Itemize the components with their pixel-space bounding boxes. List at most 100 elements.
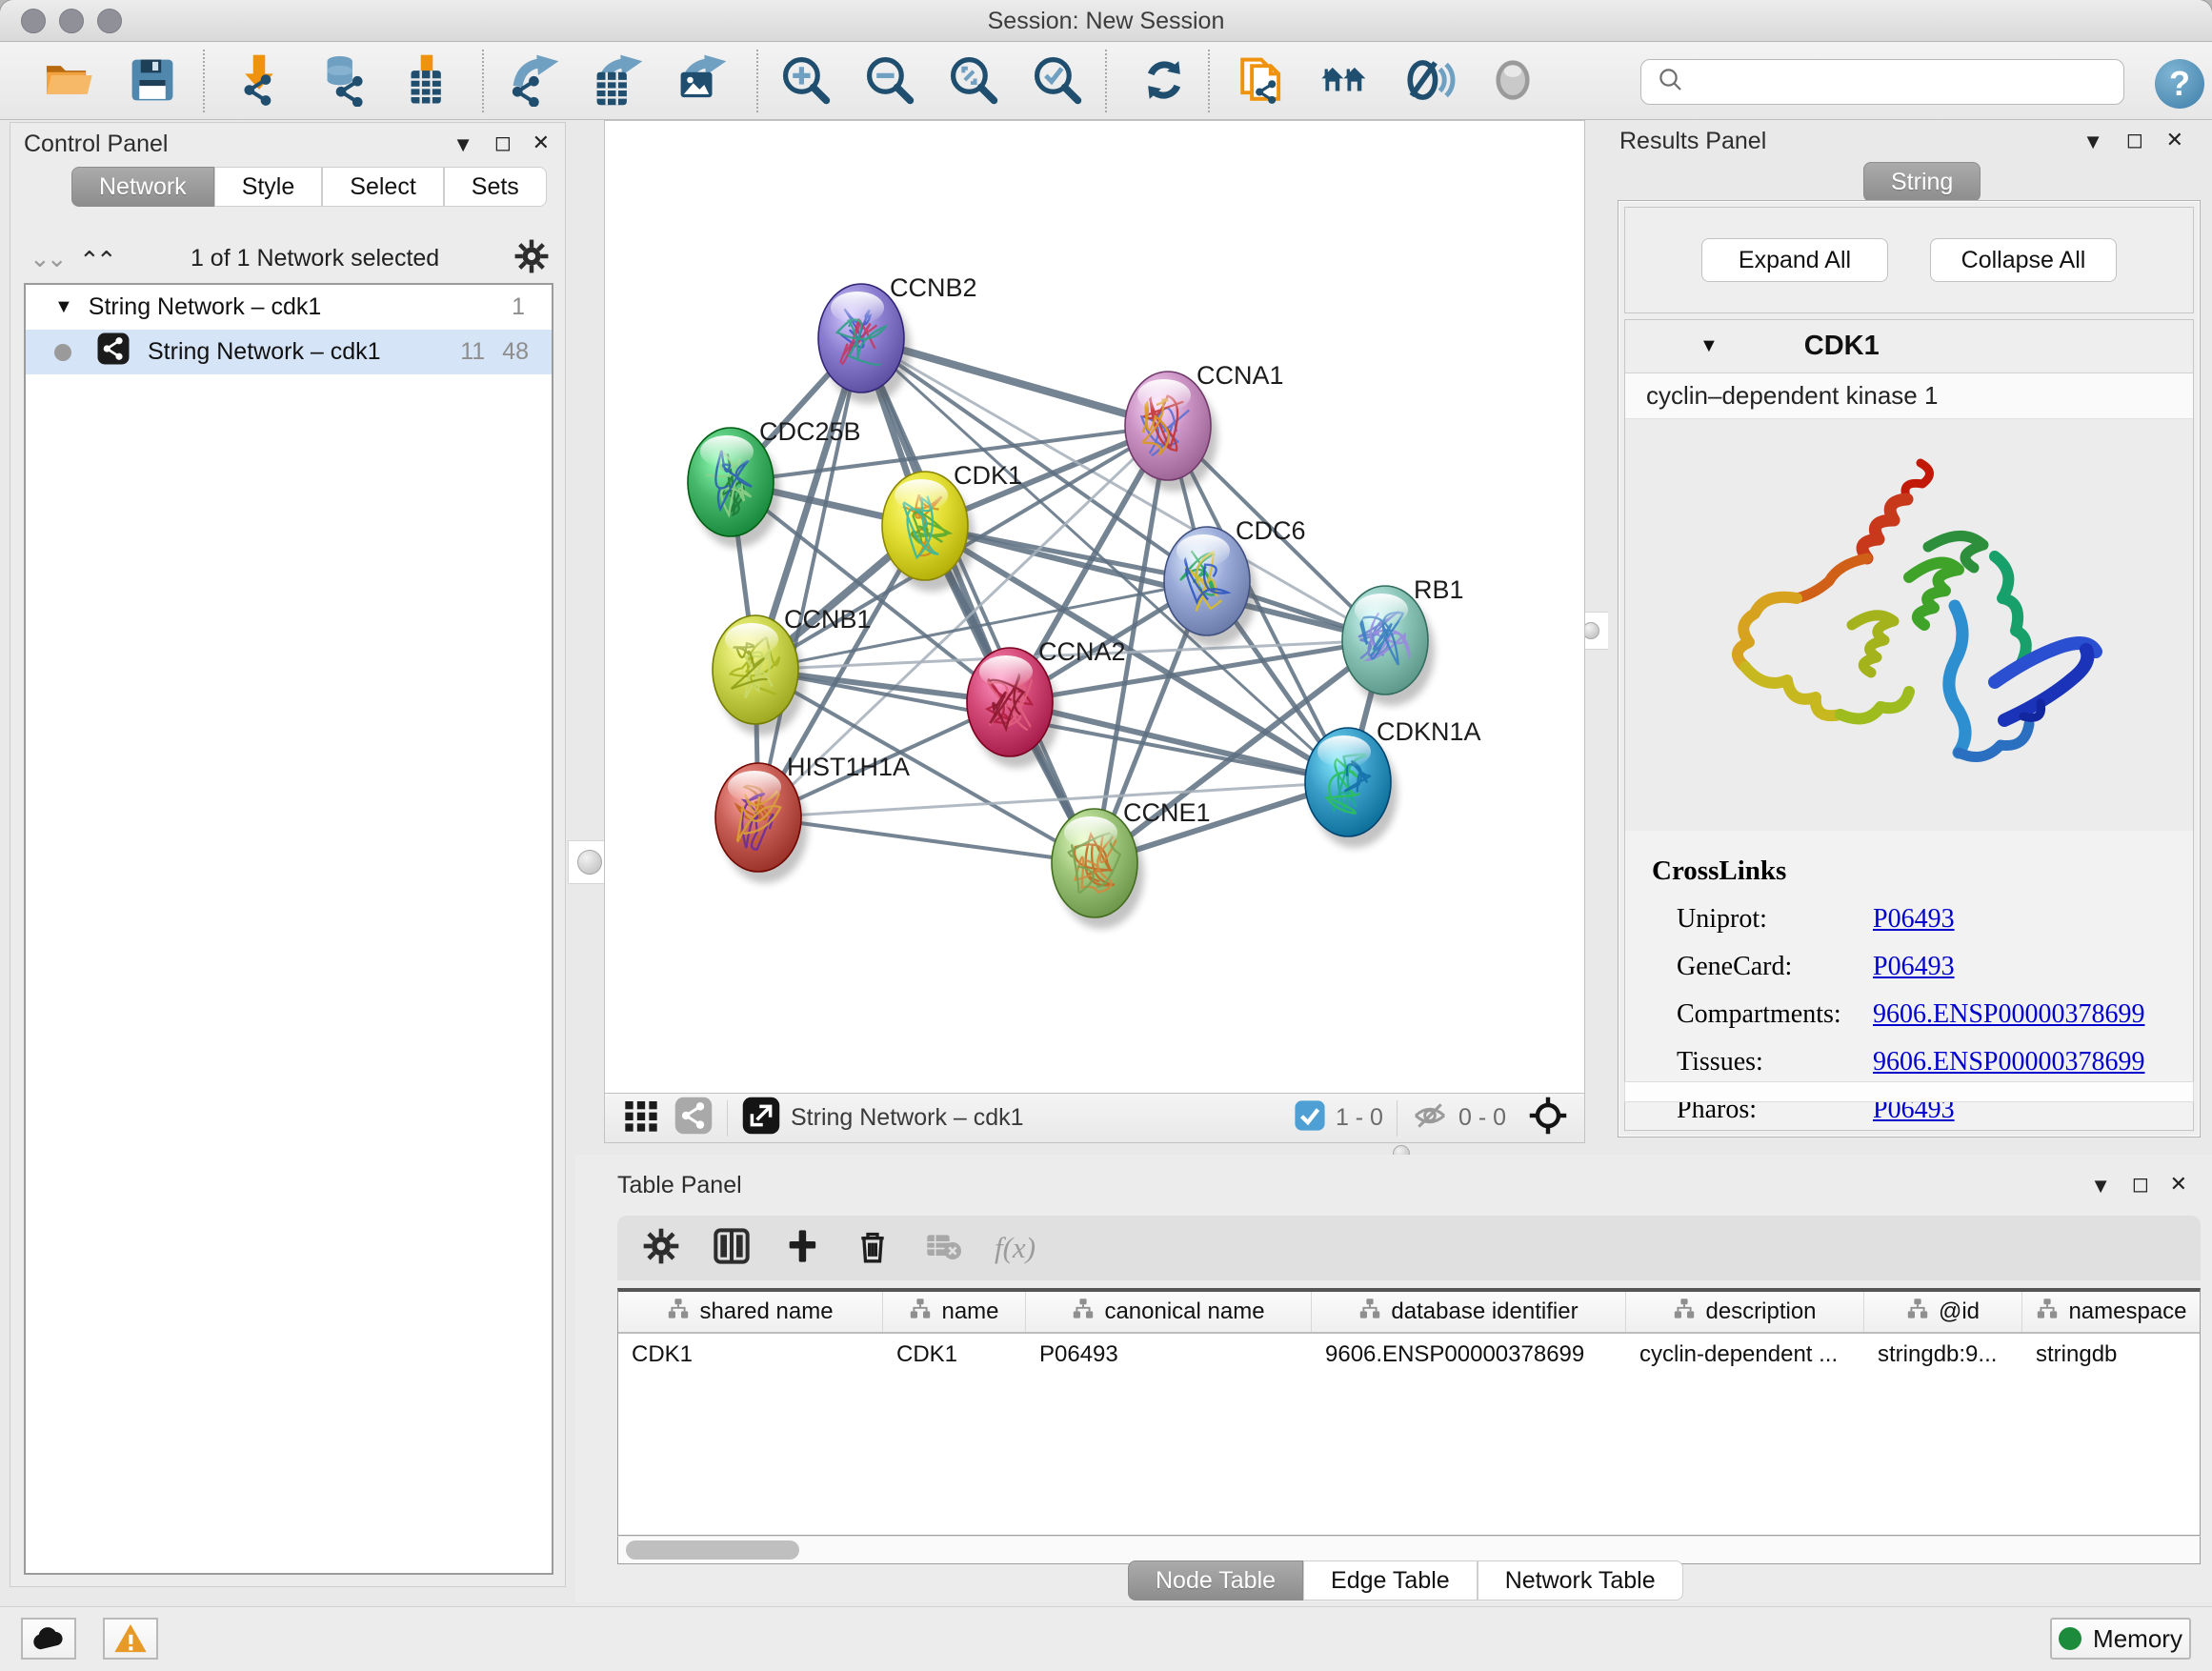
selected-checkbox-icon[interactable] bbox=[1294, 1099, 1326, 1137]
network-edge[interactable] bbox=[758, 338, 861, 817]
open-file-button[interactable] bbox=[38, 51, 99, 112]
save-session-button[interactable] bbox=[122, 51, 183, 112]
import-table-icon bbox=[400, 53, 453, 111]
network-edge[interactable] bbox=[861, 338, 1095, 863]
table-cell[interactable]: 9606.ENSP00000378699 bbox=[1312, 1334, 1626, 1376]
hide-panel-button[interactable] bbox=[1398, 51, 1459, 112]
table-tabs: Node TableEdge TableNetwork Table bbox=[1128, 1560, 1683, 1601]
network-label: String Network – cdk1 bbox=[148, 338, 443, 366]
control-panel-float-icon[interactable]: ◻ bbox=[494, 131, 512, 155]
gene-name: CDK1 bbox=[1804, 331, 1880, 362]
network-options-gear-icon[interactable] bbox=[513, 238, 550, 279]
search-input[interactable] bbox=[1695, 63, 2123, 101]
table-panel-float-icon[interactable]: ◻ bbox=[2132, 1172, 2149, 1197]
add-column-icon[interactable] bbox=[783, 1227, 821, 1270]
cloud-button[interactable] bbox=[21, 1618, 76, 1660]
column-header--id[interactable]: @id bbox=[1864, 1292, 2022, 1332]
refresh-layout-button[interactable] bbox=[1134, 51, 1195, 112]
control-panel-close-icon[interactable]: ✕ bbox=[533, 131, 550, 155]
export-image-button[interactable] bbox=[671, 51, 732, 112]
table-cell[interactable]: stringdb:9... bbox=[1864, 1334, 2022, 1376]
network-edge[interactable] bbox=[1010, 702, 1348, 782]
network-share-icon[interactable] bbox=[674, 1096, 714, 1140]
export-network-button[interactable] bbox=[503, 51, 564, 112]
clone-network-button[interactable] bbox=[1231, 51, 1292, 112]
tree-expand-icon[interactable]: ▼ bbox=[54, 296, 73, 318]
open-in-window-icon[interactable] bbox=[741, 1096, 781, 1140]
import-database-button[interactable] bbox=[312, 51, 373, 112]
tab-edge-table[interactable]: Edge Table bbox=[1303, 1560, 1478, 1601]
table-settings-gear-icon[interactable] bbox=[642, 1227, 680, 1270]
collapse-all-button[interactable]: Collapse All bbox=[1930, 238, 2117, 282]
column-header-canonical-name[interactable]: canonical name bbox=[1026, 1292, 1312, 1332]
results-panel-menu-icon[interactable]: ▼ bbox=[2082, 130, 2103, 154]
column-header-name[interactable]: name bbox=[883, 1292, 1026, 1332]
delete-column-trash-icon[interactable] bbox=[854, 1227, 892, 1270]
scrollbar-thumb[interactable] bbox=[626, 1540, 799, 1560]
node-table[interactable]: shared namenamecanonical namedatabase id… bbox=[617, 1288, 2201, 1536]
import-network-button[interactable] bbox=[229, 51, 290, 112]
crosslink-link[interactable]: P06493 bbox=[1873, 952, 1955, 982]
expand-all-tree-icon[interactable]: ⌄⌄ bbox=[83, 244, 117, 273]
gene-detail-card: ▼ CDK1 cyclin–dependent kinase 1 bbox=[1624, 319, 2194, 1131]
crosslink-link[interactable]: 9606.ENSP00000378699 bbox=[1873, 1047, 2144, 1077]
tab-string[interactable]: String bbox=[1863, 162, 1981, 202]
column-header-description[interactable]: description bbox=[1626, 1292, 1864, 1332]
network-collection-row[interactable]: ▼ String Network – cdk1 1 bbox=[26, 285, 552, 330]
hidden-eye-icon bbox=[1411, 1097, 1449, 1139]
network-view-canvas[interactable]: CCNB2CCNA1CDC25BCDK1CDC6RB1CCNB1CCNA2CDK… bbox=[604, 120, 1585, 1094]
table-panel-close-icon[interactable]: ✕ bbox=[2170, 1172, 2187, 1197]
zoom-out-button[interactable] bbox=[859, 51, 920, 112]
table-cell[interactable]: CDK1 bbox=[883, 1334, 1026, 1376]
string-home-button[interactable] bbox=[1315, 51, 1376, 112]
table-panel-title: Table Panel bbox=[617, 1172, 742, 1198]
toolbar-separator bbox=[203, 50, 205, 112]
table-row[interactable]: CDK1CDK1P064939606.ENSP00000378699cyclin… bbox=[618, 1334, 2200, 1376]
tab-select[interactable]: Select bbox=[322, 167, 443, 207]
zoom-fit-button[interactable] bbox=[943, 51, 1004, 112]
table-cell[interactable]: CDK1 bbox=[618, 1334, 883, 1376]
function-builder-icon: f(x) bbox=[995, 1231, 1036, 1265]
collapse-all-tree-icon[interactable]: ⌄⌄ bbox=[30, 244, 64, 273]
control-panel-menu-icon[interactable]: ▼ bbox=[452, 132, 473, 157]
zoom-selected-button[interactable] bbox=[1027, 51, 1088, 112]
zoom-in-icon bbox=[781, 55, 831, 110]
results-panel: Results Panel ▼ ◻ ✕ String Expand All Co… bbox=[1608, 120, 2206, 1147]
results-panel-close-icon[interactable]: ✕ bbox=[2166, 128, 2183, 152]
export-table-button[interactable] bbox=[587, 51, 648, 112]
column-header-namespace[interactable]: namespace bbox=[2022, 1292, 2201, 1332]
column-header-shared-name[interactable]: shared name bbox=[618, 1292, 883, 1332]
tab-network[interactable]: Network bbox=[71, 167, 214, 207]
crosslink-link[interactable]: P06493 bbox=[1873, 904, 1955, 935]
results-panel-float-icon[interactable]: ◻ bbox=[2126, 128, 2143, 152]
table-cell[interactable]: cyclin-dependent ... bbox=[1626, 1334, 1864, 1376]
network-edge[interactable] bbox=[758, 817, 1095, 863]
gene-collapse-icon[interactable]: ▼ bbox=[1699, 335, 1719, 357]
grid-view-icon[interactable] bbox=[622, 1097, 660, 1139]
column-header-database-identifier[interactable]: database identifier bbox=[1312, 1292, 1626, 1332]
table-cell[interactable]: stringdb bbox=[2022, 1334, 2201, 1376]
node-label-ccna1: CCNA1 bbox=[1196, 361, 1284, 390]
network-row[interactable]: String Network – cdk1 11 48 bbox=[26, 330, 552, 374]
birdseye-navigator-icon[interactable] bbox=[1527, 1095, 1569, 1141]
memory-button[interactable]: Memory bbox=[2050, 1618, 2191, 1660]
tab-sets[interactable]: Sets bbox=[444, 167, 547, 207]
results-scrollbar[interactable] bbox=[1624, 1081, 2194, 1102]
crosslink-link[interactable]: 9606.ENSP00000378699 bbox=[1873, 999, 2144, 1030]
help-button[interactable]: ? bbox=[2155, 59, 2204, 109]
table-panel-menu-icon[interactable]: ▼ bbox=[2090, 1174, 2111, 1198]
network-view-toolbar: String Network – cdk1 1 - 0 0 - 0 bbox=[604, 1094, 1585, 1143]
import-table-button[interactable] bbox=[396, 51, 457, 112]
export-table-icon bbox=[591, 53, 644, 111]
warning-button[interactable] bbox=[103, 1618, 158, 1660]
table-cell[interactable]: P06493 bbox=[1026, 1334, 1312, 1376]
tab-node-table[interactable]: Node Table bbox=[1128, 1560, 1303, 1601]
tab-style[interactable]: Style bbox=[214, 167, 323, 207]
sphere-button[interactable] bbox=[1482, 51, 1543, 112]
column-type-icon bbox=[1673, 1298, 1696, 1327]
show-columns-icon[interactable] bbox=[713, 1227, 751, 1270]
search-box[interactable] bbox=[1640, 59, 2124, 105]
expand-all-button[interactable]: Expand All bbox=[1701, 238, 1888, 282]
tab-network-table[interactable]: Network Table bbox=[1478, 1560, 1683, 1601]
zoom-in-button[interactable] bbox=[775, 51, 836, 112]
